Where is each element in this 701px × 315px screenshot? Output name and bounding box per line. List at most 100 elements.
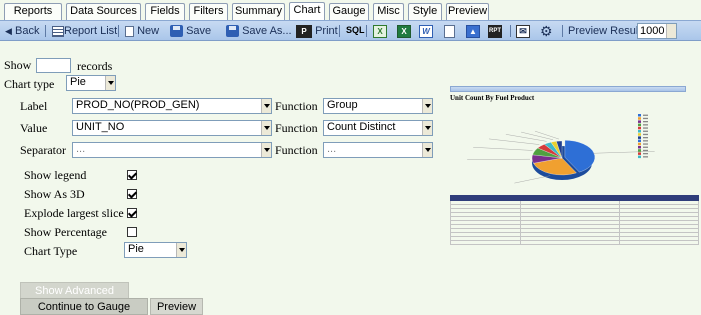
thumbnail-data-table xyxy=(450,195,699,245)
back-button[interactable]: ◀ Back xyxy=(5,24,39,39)
separator xyxy=(562,25,563,37)
preview-results-value: 1000 xyxy=(640,25,665,37)
toolbar: ◀ Back Report List New Save Save As... P… xyxy=(0,20,701,41)
email-button[interactable]: ✉ xyxy=(516,24,530,39)
print-label: Print xyxy=(315,25,338,37)
email-icon: ✉ xyxy=(516,24,530,38)
show-legend-checkbox[interactable] xyxy=(127,170,137,180)
chevron-down-icon xyxy=(176,243,186,257)
image-export-button[interactable]: ▲ xyxy=(466,24,480,39)
legend-text-line xyxy=(643,130,648,132)
separator-function-value: ... xyxy=(327,143,337,155)
legend-swatch xyxy=(638,139,641,143)
explode-checkbox[interactable] xyxy=(127,208,137,218)
pdf-icon: P xyxy=(296,24,312,38)
show-advanced-button[interactable]: Show Advanced xyxy=(20,282,129,299)
continue-to-gauge-button[interactable]: Continue to Gauge xyxy=(20,298,148,315)
label-function-label: Function xyxy=(275,99,318,113)
legend-swatch xyxy=(638,117,641,120)
chart-type-value: Pie xyxy=(70,76,86,88)
separator xyxy=(510,25,511,37)
show-records-input[interactable] xyxy=(36,58,71,73)
tab-bar: Reports Data Sources Fields Filters Summ… xyxy=(0,0,701,20)
tab-chart[interactable]: Chart xyxy=(289,2,325,20)
value-function-select[interactable]: Count Distinct xyxy=(323,120,433,136)
tab-data-sources[interactable]: Data Sources xyxy=(66,3,141,20)
gear-icon: ⚙ xyxy=(540,23,553,39)
chevron-down-icon xyxy=(261,121,271,135)
legend-text-line xyxy=(643,114,648,116)
separator-function-select[interactable]: ... xyxy=(323,142,433,158)
tab-reports[interactable]: Reports xyxy=(4,3,62,20)
thumbnail-table-cell xyxy=(519,244,621,245)
value-field-value: UNIT_NO xyxy=(76,121,125,133)
report-export-button[interactable]: RPT xyxy=(488,24,502,39)
tab-filters[interactable]: Filters xyxy=(189,3,228,20)
tab-gauge[interactable]: Gauge xyxy=(329,3,369,20)
word-icon: W xyxy=(419,24,433,38)
explode-label: Explode largest slice xyxy=(24,206,124,220)
show-label: Show xyxy=(4,58,32,72)
legend-text-line xyxy=(643,156,648,158)
thumbnail-pie xyxy=(467,130,655,184)
separator xyxy=(339,25,340,37)
label-function-select[interactable]: Group xyxy=(323,98,433,114)
show-legend-label: Show legend xyxy=(24,168,87,182)
separator xyxy=(118,25,119,37)
save-label: Save xyxy=(186,25,212,37)
save-button[interactable]: Save xyxy=(170,24,211,39)
separator-field-value: ... xyxy=(76,143,86,155)
word-export-button[interactable]: W xyxy=(419,24,433,39)
save-as-button[interactable]: Save As... xyxy=(226,24,292,39)
preview-results-label: Preview Results xyxy=(568,25,647,37)
chevron-down-icon xyxy=(261,143,271,157)
legend-text-line xyxy=(643,140,648,142)
separator-field-select[interactable]: ... xyxy=(72,142,272,158)
label-function-value: Group xyxy=(327,99,358,111)
tab-misc[interactable]: Misc xyxy=(373,3,404,20)
sql-button[interactable]: SQL xyxy=(346,24,365,39)
value-field-select[interactable]: UNIT_NO xyxy=(72,120,272,136)
legend-swatch xyxy=(638,130,641,133)
label-field-value: PROD_NO(PROD_GEN) xyxy=(76,99,200,111)
report-list-button[interactable]: Report List xyxy=(52,24,117,39)
value-function-value: Count Distinct xyxy=(327,121,396,133)
chevron-down-icon xyxy=(422,99,432,113)
chevron-down-icon xyxy=(105,76,115,90)
chart-type-select[interactable]: Pie xyxy=(66,75,116,91)
legend-text-line xyxy=(643,137,648,139)
tab-style[interactable]: Style xyxy=(408,3,442,20)
legend-swatch xyxy=(638,120,641,123)
legend-swatch xyxy=(638,155,641,159)
text-export-button[interactable] xyxy=(444,24,455,39)
show-3d-checkbox[interactable] xyxy=(127,189,137,199)
sql-icon: SQL xyxy=(346,24,365,35)
legend-swatch xyxy=(638,114,641,117)
show-percentage-checkbox[interactable] xyxy=(127,227,137,237)
pie-leader-line xyxy=(534,130,560,140)
excel-export-button[interactable]: X xyxy=(373,24,387,39)
new-button[interactable]: New xyxy=(125,24,159,39)
chart-type-2-value: Pie xyxy=(128,243,144,255)
label-field-select[interactable]: PROD_NO(PROD_GEN) xyxy=(72,98,272,114)
legend-text-line xyxy=(643,146,648,148)
value-label: Value xyxy=(20,121,48,135)
chart-type-2-select[interactable]: Pie xyxy=(124,242,187,258)
excel-export-button-2[interactable]: X xyxy=(397,24,411,39)
tab-summary[interactable]: Summary xyxy=(232,3,285,20)
preview-button[interactable]: Preview xyxy=(150,298,203,315)
chevron-down-icon xyxy=(666,24,676,38)
legend-text-line xyxy=(643,124,648,126)
print-pdf-button[interactable]: P Print xyxy=(296,24,338,39)
show-percentage-label: Show Percentage xyxy=(24,225,107,239)
legend-swatch xyxy=(638,149,641,152)
pie-leader-line xyxy=(473,147,533,151)
legend-text-line xyxy=(643,143,648,145)
preview-results-select[interactable]: 1000 xyxy=(637,23,677,39)
pie-leader-line xyxy=(488,138,540,145)
tab-fields[interactable]: Fields xyxy=(145,3,185,20)
excel-icon: X xyxy=(373,24,387,38)
legend-swatch xyxy=(638,123,641,127)
tab-preview[interactable]: Preview xyxy=(446,3,489,20)
settings-button[interactable]: ⚙ xyxy=(540,24,553,39)
